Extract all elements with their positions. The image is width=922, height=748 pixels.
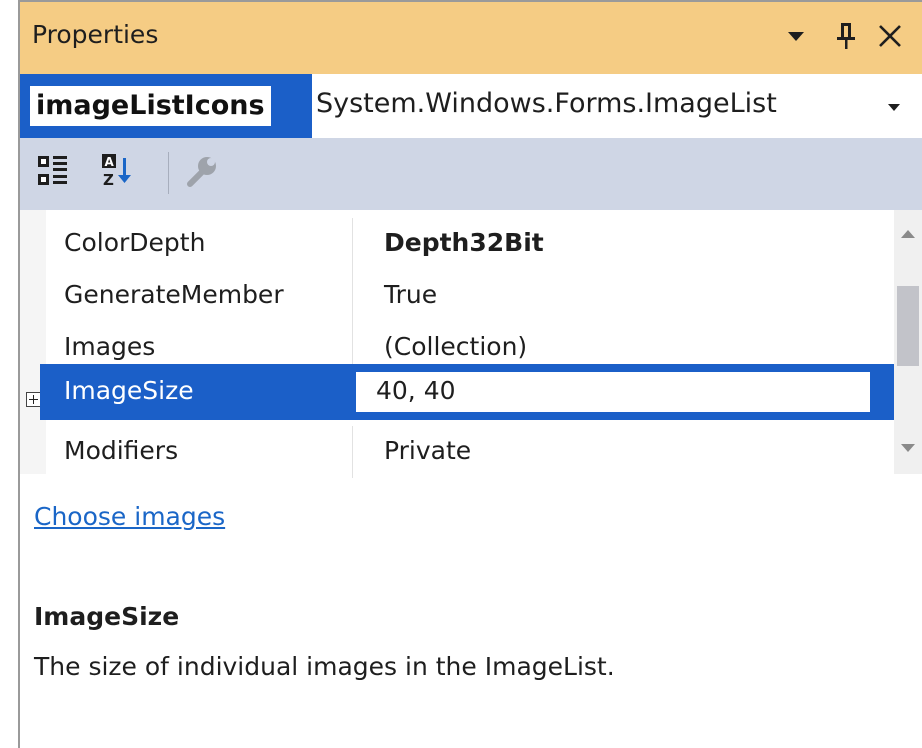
property-value[interactable]: 40, 40 <box>376 376 456 405</box>
window-title: Properties <box>32 20 159 49</box>
properties-toolbar: A Z <box>20 138 922 210</box>
title-bar[interactable]: Properties <box>20 2 922 74</box>
object-type: System.Windows.Forms.ImageList <box>316 88 777 119</box>
description-text: The size of individual images in the Ima… <box>34 652 615 681</box>
toolbar-separator <box>168 152 169 194</box>
description-title: ImageSize <box>34 602 180 631</box>
scroll-down-icon[interactable] <box>898 438 918 458</box>
property-value[interactable]: True <box>384 280 437 309</box>
property-name: Modifiers <box>64 436 179 465</box>
grid-margin <box>20 210 46 474</box>
object-name: imageListIcons <box>30 86 271 126</box>
categorized-icon[interactable] <box>32 150 76 194</box>
object-name-highlight: imageListIcons <box>20 74 312 138</box>
svg-text:Z: Z <box>103 171 114 189</box>
svg-text:A: A <box>105 155 115 169</box>
dropdown-icon[interactable] <box>778 16 814 56</box>
property-grid: ColorDepth Depth32Bit GenerateMember Tru… <box>20 210 922 478</box>
expand-icon[interactable] <box>26 392 41 407</box>
scroll-up-icon[interactable] <box>898 224 918 244</box>
chevron-down-icon[interactable] <box>886 98 902 117</box>
property-name: ImageSize <box>64 376 194 405</box>
property-row-generatemember[interactable]: GenerateMember True <box>46 270 894 322</box>
properties-window: Properties imageListIcons System.Windows… <box>18 0 922 748</box>
choose-images-link[interactable]: Choose images <box>34 502 225 531</box>
property-name: ColorDepth <box>64 228 206 257</box>
scrollbar-thumb[interactable] <box>897 286 919 366</box>
property-name: Images <box>64 332 156 361</box>
property-row-colordepth[interactable]: ColorDepth Depth32Bit <box>46 218 894 270</box>
property-pages-icon[interactable] <box>180 150 224 194</box>
alphabetical-icon[interactable]: A Z <box>96 150 140 194</box>
pin-icon[interactable] <box>828 16 864 56</box>
close-icon[interactable] <box>872 16 908 56</box>
property-row-imagesize[interactable]: ImageSize 40, 40 <box>40 364 896 420</box>
property-row-modifiers[interactable]: Modifiers Private <box>46 426 894 478</box>
property-value[interactable]: Depth32Bit <box>384 228 544 257</box>
property-name: GenerateMember <box>64 280 284 309</box>
property-value[interactable]: (Collection) <box>384 332 527 361</box>
vertical-scrollbar[interactable] <box>894 210 922 474</box>
object-selector[interactable]: imageListIcons System.Windows.Forms.Imag… <box>20 74 922 138</box>
property-value[interactable]: Private <box>384 436 471 465</box>
